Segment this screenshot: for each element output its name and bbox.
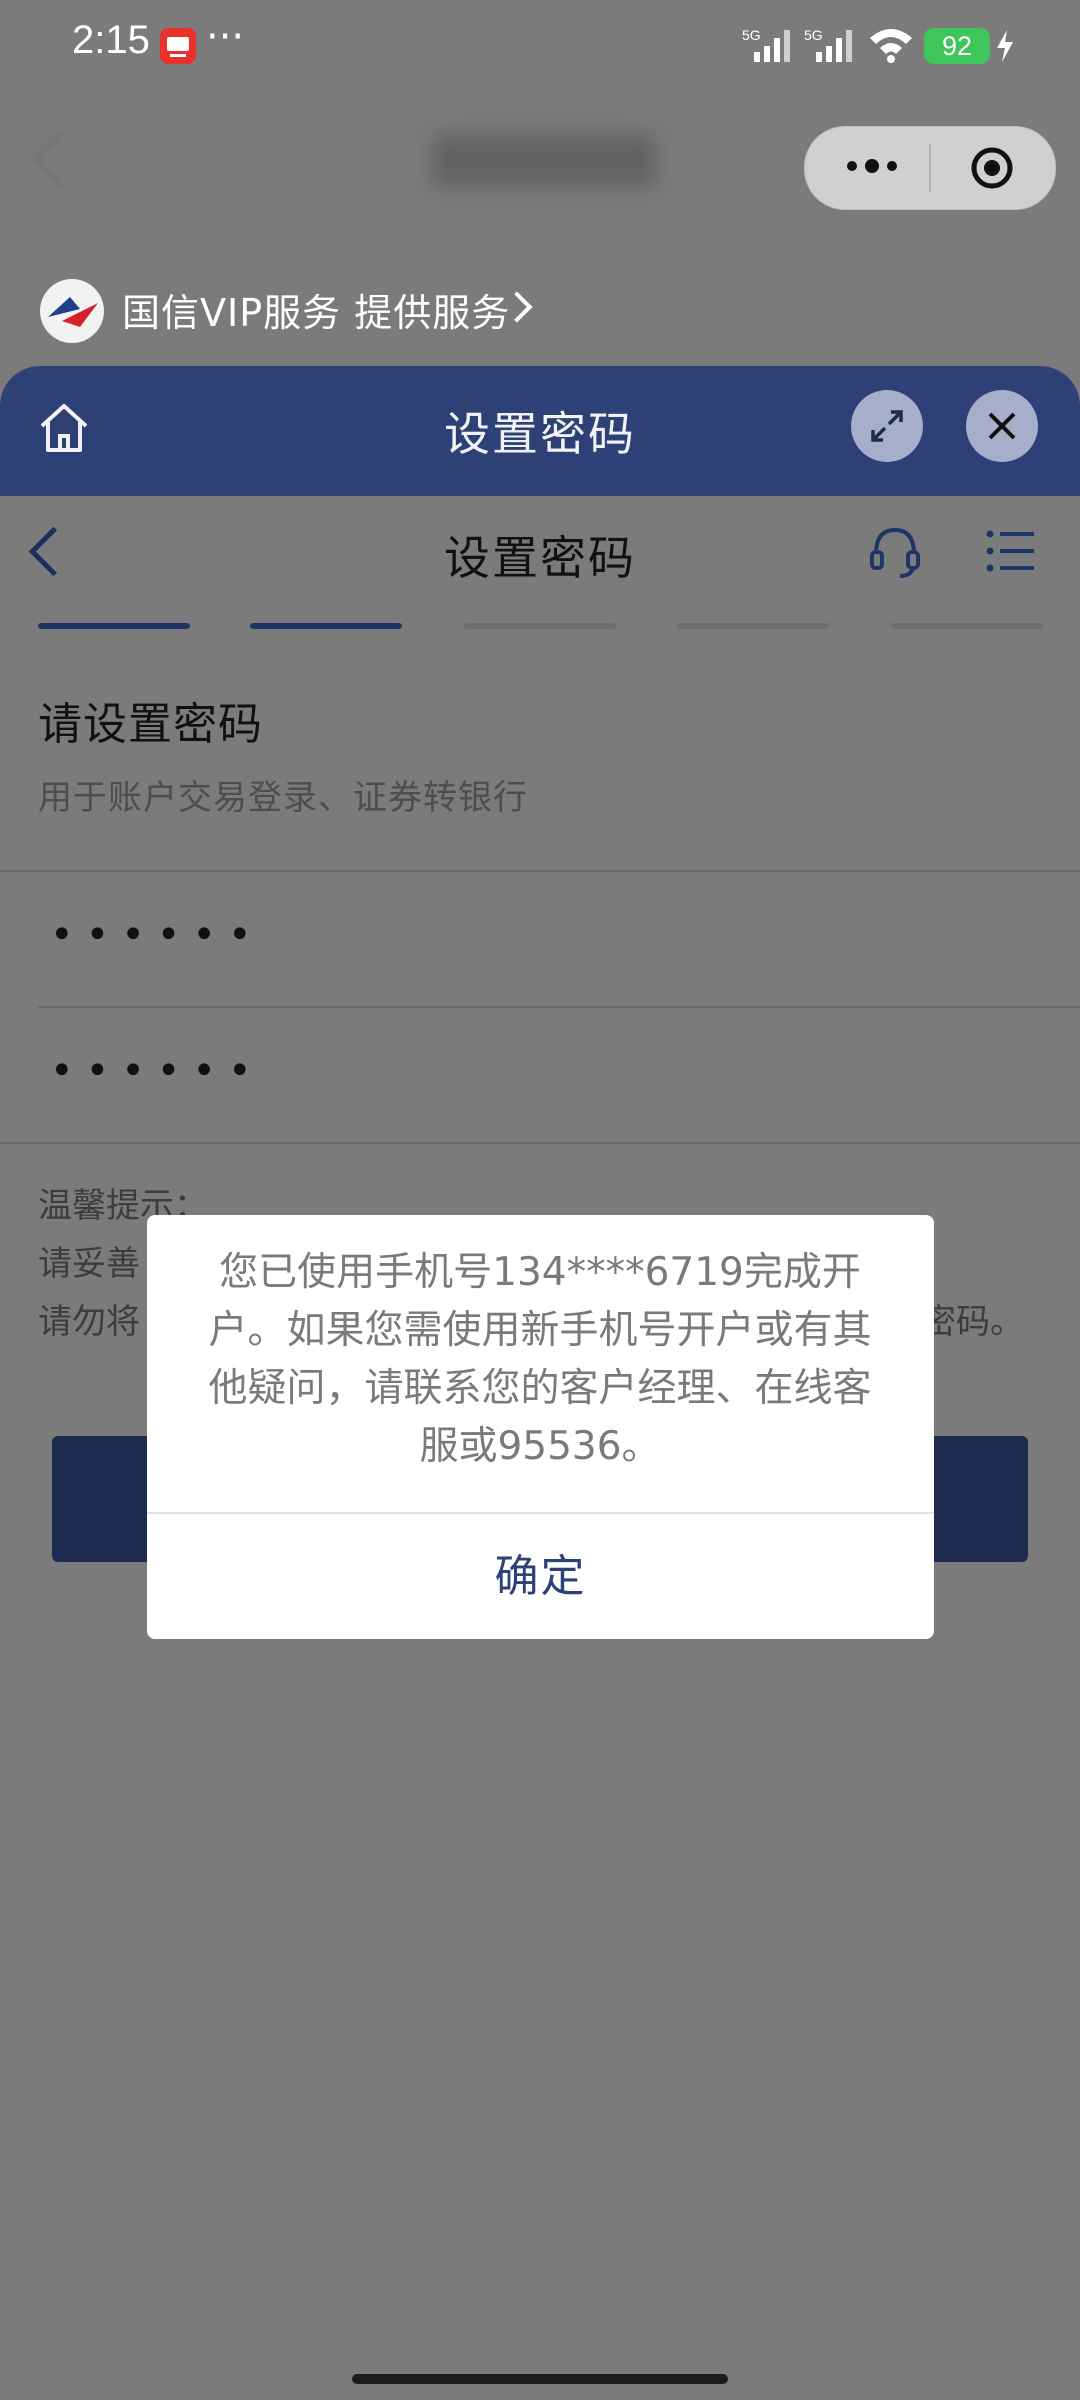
tip-line-2: 请勿将 [38, 1302, 140, 1342]
section-title: 请设置密码 [38, 699, 263, 750]
divider [0, 1142, 1080, 1144]
step-indicator-3 [464, 623, 616, 629]
more-dots-icon[interactable] [840, 146, 904, 186]
app-notification-icon [160, 28, 196, 64]
capsule-divider [929, 144, 931, 192]
charging-bolt-icon [994, 28, 1016, 64]
menu-icon[interactable] [986, 528, 1036, 574]
headset-icon[interactable] [866, 522, 924, 580]
status-time: 2:15 [72, 18, 150, 62]
step-indicator-1 [38, 623, 190, 629]
signal-label: 5G [742, 27, 761, 43]
close-icon [988, 412, 1016, 440]
step-indicator-5 [891, 623, 1043, 629]
expand-button[interactable] [851, 390, 923, 462]
step-indicator-2 [250, 623, 402, 629]
tip-line-2-end: 密码。 [922, 1302, 1024, 1342]
step-indicator-4 [677, 623, 829, 629]
dialog-confirm-button[interactable]: 确定 [147, 1514, 934, 1639]
signal-icon: 5G [802, 26, 872, 66]
more-notifications-icon: ··· [206, 14, 245, 60]
section-subtitle: 用于账户交易登录、证券转银行 [38, 778, 528, 818]
blurred-title [432, 134, 656, 188]
expand-icon [871, 410, 903, 442]
home-indicator[interactable] [352, 2374, 728, 2384]
provider-text[interactable]: 国信VIP服务 提供服务 [122, 282, 510, 337]
provider-logo [40, 279, 104, 343]
dialog-message: 您已使用手机号134****6719完成开户。如果您需使用新手机号开户或有其他疑… [208, 1250, 872, 1469]
battery-icon: 92 [924, 28, 990, 64]
wifi-icon [866, 24, 916, 64]
close-target-icon[interactable] [970, 146, 1014, 190]
signal-label: 5G [804, 27, 823, 43]
close-button[interactable] [966, 390, 1038, 462]
password-value: •••••• [50, 912, 264, 958]
confirm-password-value: •••••• [50, 1048, 264, 1094]
signal-icon: 5G [740, 26, 810, 66]
tip-line-1: 请妥善 [38, 1244, 140, 1284]
